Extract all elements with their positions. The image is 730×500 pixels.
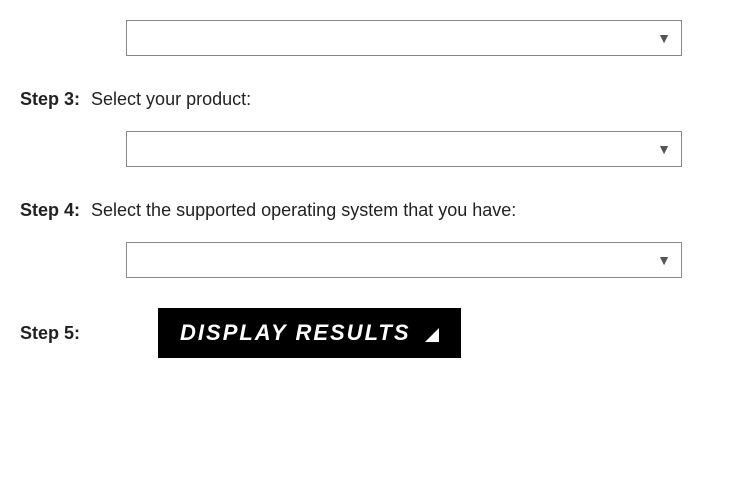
step3-num: Step 3: [20, 89, 80, 109]
step4-text: Select the supported operating system th… [91, 200, 516, 220]
step4-select[interactable]: ▼ [126, 242, 682, 278]
step4-label: Step 4: Select the supported operating s… [20, 197, 710, 224]
chevron-down-icon: ▼ [657, 252, 671, 268]
display-results-label: DISPLAY RESULTS [180, 320, 410, 346]
step4-num: Step 4: [20, 200, 80, 220]
step3-text: Select your product: [91, 89, 251, 109]
step5-num: Step 5: [20, 323, 80, 344]
display-results-button[interactable]: DISPLAY RESULTS [158, 308, 460, 358]
step3-label: Step 3: Select your product: [20, 86, 710, 113]
arrow-up-right-icon [425, 328, 439, 342]
chevron-down-icon: ▼ [657, 30, 671, 46]
step2-select[interactable]: ▼ [126, 20, 682, 56]
step3-select[interactable]: ▼ [126, 131, 682, 167]
chevron-down-icon: ▼ [657, 141, 671, 157]
